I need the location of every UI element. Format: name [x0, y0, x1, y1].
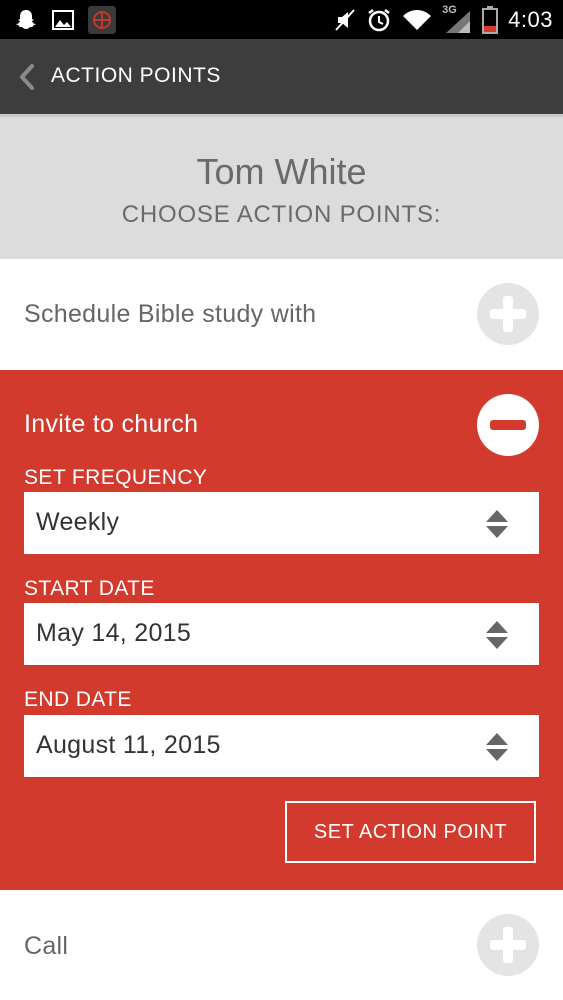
end-date-select[interactable]: August 11, 2015 [24, 715, 539, 777]
set-action-point-button[interactable]: SET ACTION POINT [285, 801, 536, 863]
battery-icon [482, 6, 499, 34]
start-date-label: START DATE [24, 577, 155, 600]
end-date-label: END DATE [24, 688, 132, 711]
status-bar: 3G 4:03 [0, 0, 563, 39]
up-down-arrows-icon [486, 621, 508, 649]
action-point-label[interactable]: Invite to church [24, 410, 198, 439]
back-button[interactable] [12, 61, 40, 93]
action-point-label: Schedule Bible study with [24, 300, 317, 328]
mute-icon [334, 8, 356, 32]
contact-header: Tom White CHOOSE ACTION POINTS: [0, 114, 563, 259]
signal-icon: 3G [442, 4, 472, 33]
plus-circle-icon[interactable] [477, 283, 539, 345]
chevron-left-icon [20, 64, 34, 90]
choose-action-points-label: CHOOSE ACTION POINTS: [121, 201, 442, 228]
action-point-label: Call [24, 932, 69, 960]
status-time: 4:03 [508, 7, 553, 32]
status-right-icons: 3G 4:03 [334, 4, 553, 36]
start-date-value: May 14, 2015 [36, 619, 192, 647]
wifi-icon [402, 8, 432, 32]
frequency-select[interactable]: Weekly [24, 492, 539, 554]
alarm-icon [366, 7, 392, 33]
plus-circle-icon[interactable] [477, 914, 539, 976]
image-icon [52, 10, 74, 30]
app-bar: ACTION POINTS [0, 39, 563, 114]
network-type-label: 3G [442, 4, 457, 16]
app-notification-icon [88, 6, 116, 34]
contact-name: Tom White [196, 151, 367, 192]
page-title: ACTION POINTS [51, 64, 221, 87]
up-down-arrows-icon [486, 733, 508, 761]
snapchat-ghost-icon [14, 8, 38, 32]
frequency-value: Weekly [36, 508, 120, 536]
up-down-arrows-icon [486, 510, 508, 538]
start-date-select[interactable]: May 14, 2015 [24, 603, 539, 665]
frequency-label: SET FREQUENCY [24, 466, 208, 489]
minus-circle-icon[interactable] [477, 394, 539, 456]
action-point-item[interactable]: Schedule Bible study with [0, 259, 563, 370]
action-point-item-expanded: Invite to church SET FREQUENCY Weekly ST… [0, 370, 563, 890]
action-point-item[interactable]: Call [0, 890, 563, 1000]
end-date-value: August 11, 2015 [36, 731, 221, 759]
status-left-icons [14, 5, 116, 35]
